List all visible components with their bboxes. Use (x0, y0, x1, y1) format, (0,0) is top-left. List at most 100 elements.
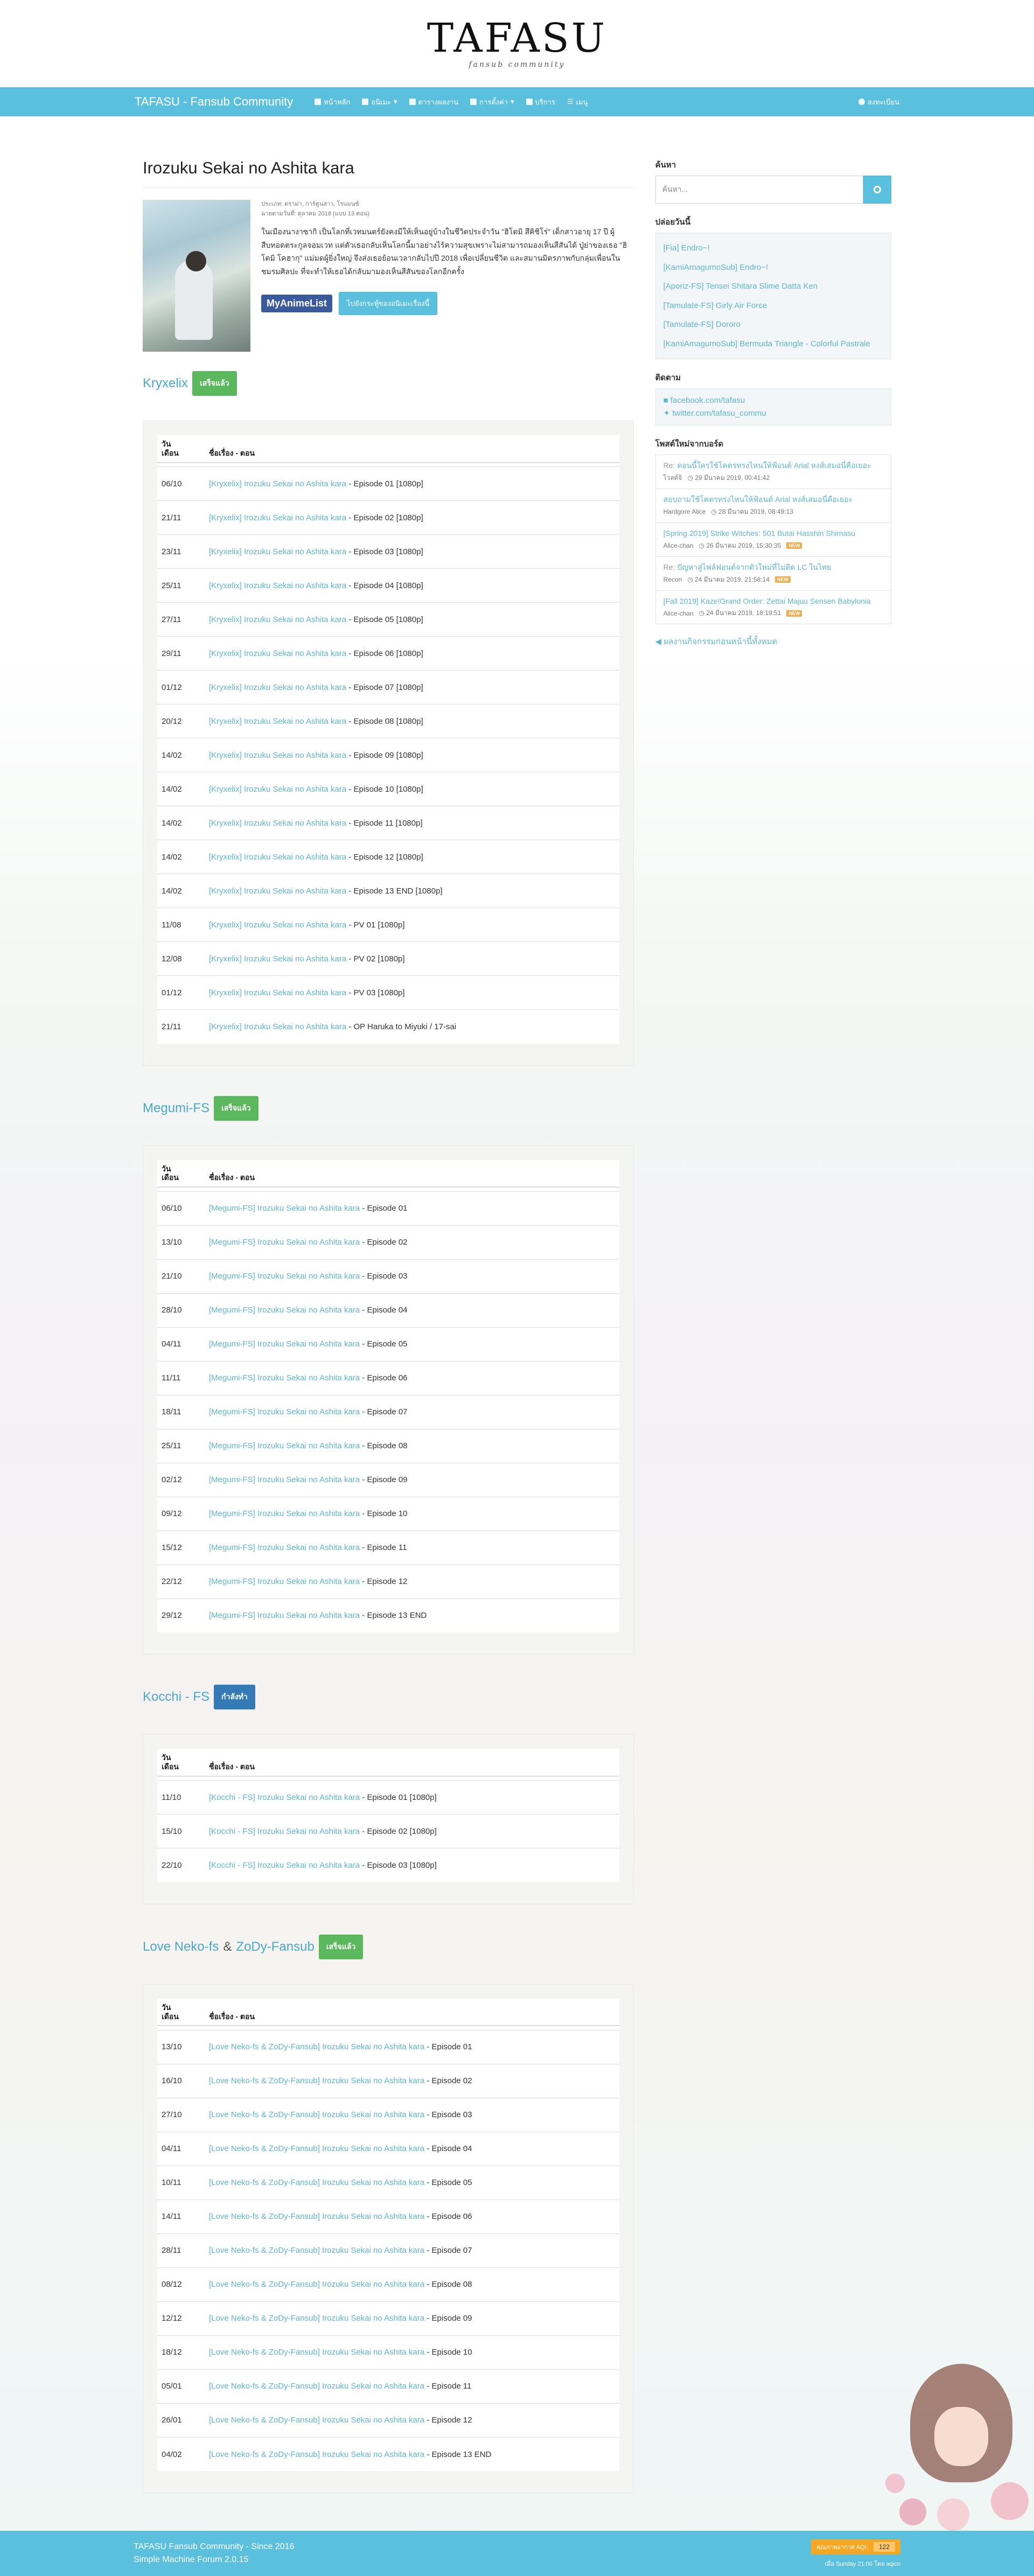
previous-works-link[interactable]: ◀ ผลงานกิจกรรมก่อนหน้านี้ทั้งหมด (655, 635, 891, 648)
topic-user[interactable]: Hardgore Alice (663, 508, 706, 515)
episode-label[interactable]: Episode 07 (367, 1407, 407, 1416)
series-link[interactable]: [Kocchi - FS] Irozuku Sekai no Ashita ka… (209, 1827, 360, 1836)
episode-label[interactable]: Episode 13 END (367, 1611, 427, 1620)
episode-label[interactable]: PV 01 [1080p] (353, 920, 404, 930)
topic-user[interactable]: Alice-chan (663, 610, 694, 617)
site-logo[interactable]: TAFASU (427, 18, 607, 58)
series-link[interactable]: [Kryxelix] Irozuku Sekai no Ashita kara (209, 513, 346, 522)
nav-login[interactable]: ลงทะเบียน (858, 96, 899, 108)
episode-label[interactable]: Episode 06 [1080p] (353, 649, 423, 658)
episode-label[interactable]: Episode 10 (432, 2348, 472, 2357)
nav-schedule[interactable]: ตารางผลงาน (409, 96, 458, 108)
episode-label[interactable]: Episode 02 [1080p] (353, 513, 423, 522)
series-link[interactable]: [Love Neko-fs & ZoDy-Fansub] Irozuku Sek… (209, 2178, 424, 2187)
episode-label[interactable]: Episode 13 END [1080p] (353, 886, 442, 896)
search-input[interactable]: ค้นหา... (655, 176, 863, 204)
series-link[interactable]: [Love Neko-fs & ZoDy-Fansub] Irozuku Sek… (209, 2212, 424, 2221)
nav-home[interactable]: หน้าหลัก (315, 96, 350, 108)
series-link[interactable]: [Love Neko-fs & ZoDy-Fansub] Irozuku Sek… (209, 2076, 424, 2085)
series-link[interactable]: [Megumi-FS] Irozuku Sekai no Ashita kara (209, 1611, 360, 1620)
episode-label[interactable]: Episode 02 (432, 2076, 472, 2085)
episode-label[interactable]: Episode 12 (432, 2416, 472, 2425)
series-link[interactable]: [Megumi-FS] Irozuku Sekai no Ashita kara (209, 1441, 360, 1450)
series-link[interactable]: [Megumi-FS] Irozuku Sekai no Ashita kara (209, 1339, 360, 1349)
group-name-link[interactable]: ZoDy-Fansub (236, 1939, 314, 1954)
episode-label[interactable]: Episode 05 (367, 1339, 407, 1349)
series-link[interactable]: [Kryxelix] Irozuku Sekai no Ashita kara (209, 920, 346, 930)
myanimelist-button[interactable]: MyAnimeList (261, 295, 333, 313)
topic-user[interactable]: Recon (663, 576, 682, 583)
episode-label[interactable]: Episode 06 (432, 2212, 472, 2221)
goto-topic-button[interactable]: ไปยังกระทู้ของอนิเมะเรื่องนี้ (339, 292, 438, 316)
series-link[interactable]: [Kryxelix] Irozuku Sekai no Ashita kara (209, 988, 346, 997)
series-link[interactable]: [Megumi-FS] Irozuku Sekai no Ashita kara (209, 1577, 360, 1586)
series-link[interactable]: [Kocchi - FS] Irozuku Sekai no Ashita ka… (209, 1793, 360, 1802)
episode-label[interactable]: Episode 05 (432, 2178, 472, 2187)
series-link[interactable]: [Megumi-FS] Irozuku Sekai no Ashita kara (209, 1543, 360, 1552)
episode-label[interactable]: OP Haruka to Miyuki / 17-sai (353, 1022, 456, 1031)
related-item[interactable]: [KamiAmagumoSub] Bermuda Triangle - Colo… (663, 334, 883, 354)
series-link[interactable]: [Kryxelix] Irozuku Sekai no Ashita kara (209, 886, 346, 896)
episode-label[interactable]: Episode 01 [1080p] (353, 479, 423, 488)
topic-title[interactable]: [Fall 2019] Kaze!Grand Order: Zettai Maj… (663, 596, 883, 606)
series-link[interactable]: [Love Neko-fs & ZoDy-Fansub] Irozuku Sek… (209, 2416, 424, 2425)
episode-label[interactable]: PV 03 [1080p] (353, 988, 404, 997)
nav-settings[interactable]: การตั้งค่า ▾ (470, 96, 514, 108)
series-link[interactable]: [Kryxelix] Irozuku Sekai no Ashita kara (209, 853, 346, 862)
series-link[interactable]: [Kryxelix] Irozuku Sekai no Ashita kara (209, 683, 346, 692)
episode-label[interactable]: Episode 08 (367, 1441, 407, 1450)
episode-label[interactable]: PV 02 [1080p] (353, 954, 404, 964)
episode-label[interactable]: Episode 11 [1080p] (353, 819, 422, 828)
episode-label[interactable]: Episode 11 (367, 1543, 407, 1552)
series-link[interactable]: [Kryxelix] Irozuku Sekai no Ashita kara (209, 547, 346, 556)
topic-item[interactable]: [Spring 2019] Strike Witches: 501 Butai … (655, 522, 891, 556)
aqi-widget[interactable]: คุณภาพอากาศ AQI: 122 (811, 2539, 900, 2554)
series-link[interactable]: [Kryxelix] Irozuku Sekai no Ashita kara (209, 819, 346, 828)
series-link[interactable]: [Love Neko-fs & ZoDy-Fansub] Irozuku Sek… (209, 2144, 424, 2153)
footer-smf[interactable]: Simple Machine Forum 2.0.15 (134, 2553, 295, 2566)
series-link[interactable]: [Love Neko-fs & ZoDy-Fansub] Irozuku Sek… (209, 2246, 424, 2255)
episode-label[interactable]: Episode 12 (367, 1577, 407, 1586)
series-link[interactable]: [Love Neko-fs & ZoDy-Fansub] Irozuku Sek… (209, 2110, 424, 2119)
episode-label[interactable]: Episode 03 (367, 1272, 407, 1281)
episode-label[interactable]: Episode 05 [1080p] (353, 615, 423, 624)
episode-label[interactable]: Episode 08 (432, 2280, 472, 2289)
series-link[interactable]: [Kryxelix] Irozuku Sekai no Ashita kara (209, 717, 346, 726)
topic-title[interactable]: Re: ปัญหาสู่ไฟล์ฟอนต์จากตัวใหม่ที่ไม่ติด… (663, 562, 883, 573)
related-item[interactable]: [Fia] Endro~! (663, 239, 883, 258)
series-link[interactable]: [Megumi-FS] Irozuku Sekai no Ashita kara (209, 1272, 360, 1281)
episode-label[interactable]: Episode 09 (367, 1475, 407, 1484)
series-link[interactable]: [Megumi-FS] Irozuku Sekai no Ashita kara (209, 1373, 360, 1383)
episode-label[interactable]: Episode 09 (432, 2314, 472, 2323)
episode-label[interactable]: Episode 04 (432, 2144, 472, 2153)
episode-label[interactable]: Episode 12 [1080p] (353, 853, 423, 862)
episode-label[interactable]: Episode 10 (367, 1509, 407, 1518)
episode-label[interactable]: Episode 09 [1080p] (353, 751, 423, 760)
episode-label[interactable]: Episode 03 [1080p] (367, 1861, 436, 1870)
series-link[interactable]: [Love Neko-fs & ZoDy-Fansub] Irozuku Sek… (209, 2382, 424, 2391)
topic-item[interactable]: Re: ตอนนี้ใครใช้โคตรทรงไหนให้ฟ้อนต์ Aria… (655, 455, 891, 488)
episode-label[interactable]: Episode 10 [1080p] (353, 785, 423, 794)
twitter-link[interactable]: ✦ twitter.com/tafasu_commu (663, 407, 883, 420)
series-link[interactable]: [Love Neko-fs & ZoDy-Fansub] Irozuku Sek… (209, 2280, 424, 2289)
episode-label[interactable]: Episode 07 [1080p] (353, 683, 423, 692)
series-link[interactable]: [Love Neko-fs & ZoDy-Fansub] Irozuku Sek… (209, 2314, 424, 2323)
episode-label[interactable]: Episode 07 (432, 2246, 472, 2255)
series-link[interactable]: [Megumi-FS] Irozuku Sekai no Ashita kara (209, 1509, 360, 1518)
episode-label[interactable]: Episode 01 (367, 1204, 407, 1213)
topic-user[interactable]: ไวลด์จิ (663, 473, 682, 483)
series-link[interactable]: [Megumi-FS] Irozuku Sekai no Ashita kara (209, 1306, 360, 1315)
series-link[interactable]: [Love Neko-fs & ZoDy-Fansub] Irozuku Sek… (209, 2348, 424, 2357)
related-item[interactable]: [Tamulate-FS] Dororo (663, 315, 883, 334)
group-name-link[interactable]: Megumi-FS (143, 1101, 209, 1116)
series-link[interactable]: [Kryxelix] Irozuku Sekai no Ashita kara (209, 785, 346, 794)
series-link[interactable]: [Kryxelix] Irozuku Sekai no Ashita kara (209, 954, 346, 964)
episode-label[interactable]: Episode 13 END (432, 2450, 492, 2459)
group-name-link[interactable]: Love Neko-fs (143, 1939, 219, 1954)
series-link[interactable]: [Kryxelix] Irozuku Sekai no Ashita kara (209, 479, 346, 488)
related-item[interactable]: [Tamulate-FS] Girly Air Force (663, 296, 883, 316)
series-link[interactable]: [Megumi-FS] Irozuku Sekai no Ashita kara (209, 1238, 360, 1247)
series-link[interactable]: [Kryxelix] Irozuku Sekai no Ashita kara (209, 615, 346, 624)
episode-label[interactable]: Episode 03 [1080p] (353, 547, 423, 556)
series-link[interactable]: [Kryxelix] Irozuku Sekai no Ashita kara (209, 581, 346, 590)
